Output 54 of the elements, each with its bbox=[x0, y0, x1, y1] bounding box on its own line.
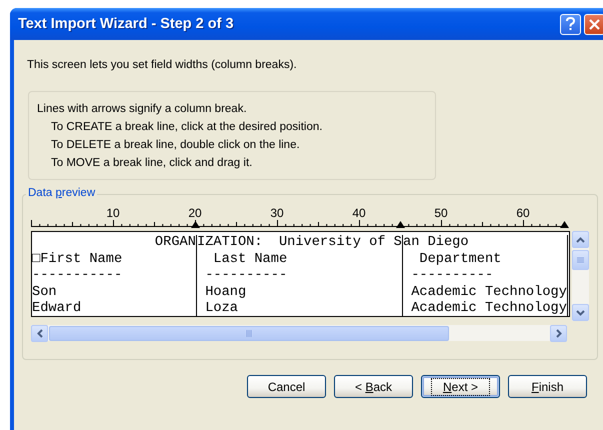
break-marker-icon[interactable] bbox=[396, 221, 405, 228]
preview-text: Hoang bbox=[204, 284, 248, 301]
preview-text: ORGAN bbox=[154, 235, 196, 252]
help-button[interactable] bbox=[560, 14, 581, 34]
instruction-heading: Lines with arrows signify a column break. bbox=[37, 102, 248, 117]
cancel-button[interactable]: Cancel bbox=[247, 375, 326, 398]
scroll-down-button[interactable] bbox=[572, 304, 589, 321]
chevron-down-icon bbox=[576, 310, 585, 316]
scroll-thumb[interactable] bbox=[572, 250, 589, 270]
group-label: Data preview bbox=[26, 187, 98, 199]
preview-text: an Diego bbox=[403, 235, 470, 252]
instruction-text: To CREATE a break line, click at the desired position. bbox=[50, 120, 324, 135]
preview-text: Academic Technology bbox=[410, 301, 567, 318]
preview-text: Last Name bbox=[212, 252, 288, 268]
back-button[interactable]: < Back bbox=[334, 375, 413, 398]
preview-text: IZATION: University of S bbox=[197, 235, 402, 252]
instruction-text: To DELETE a break line, double click on the line. bbox=[50, 138, 301, 153]
ruler-label: 60 bbox=[515, 207, 531, 219]
close-icon bbox=[589, 18, 600, 30]
ruler[interactable]: 10 20 30 40 50 60 bbox=[31, 207, 568, 231]
chevron-left-icon bbox=[36, 328, 42, 338]
next-button[interactable]: Next > bbox=[421, 375, 500, 398]
instruction-text: To MOVE a break line, click and drag it. bbox=[50, 156, 254, 171]
grip-icon bbox=[246, 330, 252, 336]
scroll-thumb[interactable] bbox=[49, 326, 449, 340]
break-marker-icon[interactable] bbox=[191, 221, 200, 228]
scroll-up-button[interactable] bbox=[572, 231, 589, 248]
preview-text: ---------- bbox=[204, 268, 288, 284]
ruler-label: 20 bbox=[187, 207, 203, 219]
ruler-label: 50 bbox=[433, 207, 449, 219]
ruler-label: 40 bbox=[351, 207, 367, 219]
close-button[interactable] bbox=[584, 14, 603, 34]
chevron-up-icon bbox=[576, 236, 585, 242]
preview-text: ---------- bbox=[410, 268, 494, 284]
preview-text: Department bbox=[418, 252, 502, 268]
break-marker-icon[interactable] bbox=[560, 221, 569, 228]
finish-button[interactable]: Finish bbox=[508, 375, 587, 398]
scroll-left-button[interactable] bbox=[31, 324, 48, 342]
preview-text: Son bbox=[32, 284, 58, 301]
ruler-label: 10 bbox=[105, 207, 121, 219]
preview-text: Loza bbox=[204, 301, 239, 318]
vertical-scrollbar[interactable] bbox=[572, 231, 589, 321]
window-title: Text Import Wizard - Step 2 of 3 bbox=[18, 16, 235, 32]
chevron-right-icon bbox=[556, 328, 562, 338]
scroll-right-button[interactable] bbox=[550, 324, 567, 342]
ruler-label: 30 bbox=[269, 207, 285, 219]
preview-text: Academic Technology bbox=[410, 284, 567, 301]
preview-text: ----------- bbox=[32, 268, 124, 284]
intro-text: This screen lets you set field widths (column breaks). bbox=[27, 59, 298, 71]
preview-text: Edward bbox=[32, 301, 82, 318]
grip-icon bbox=[577, 256, 584, 264]
preview-text: □First Name bbox=[32, 252, 124, 268]
help-icon bbox=[566, 17, 575, 31]
horizontal-scrollbar[interactable] bbox=[31, 325, 567, 341]
